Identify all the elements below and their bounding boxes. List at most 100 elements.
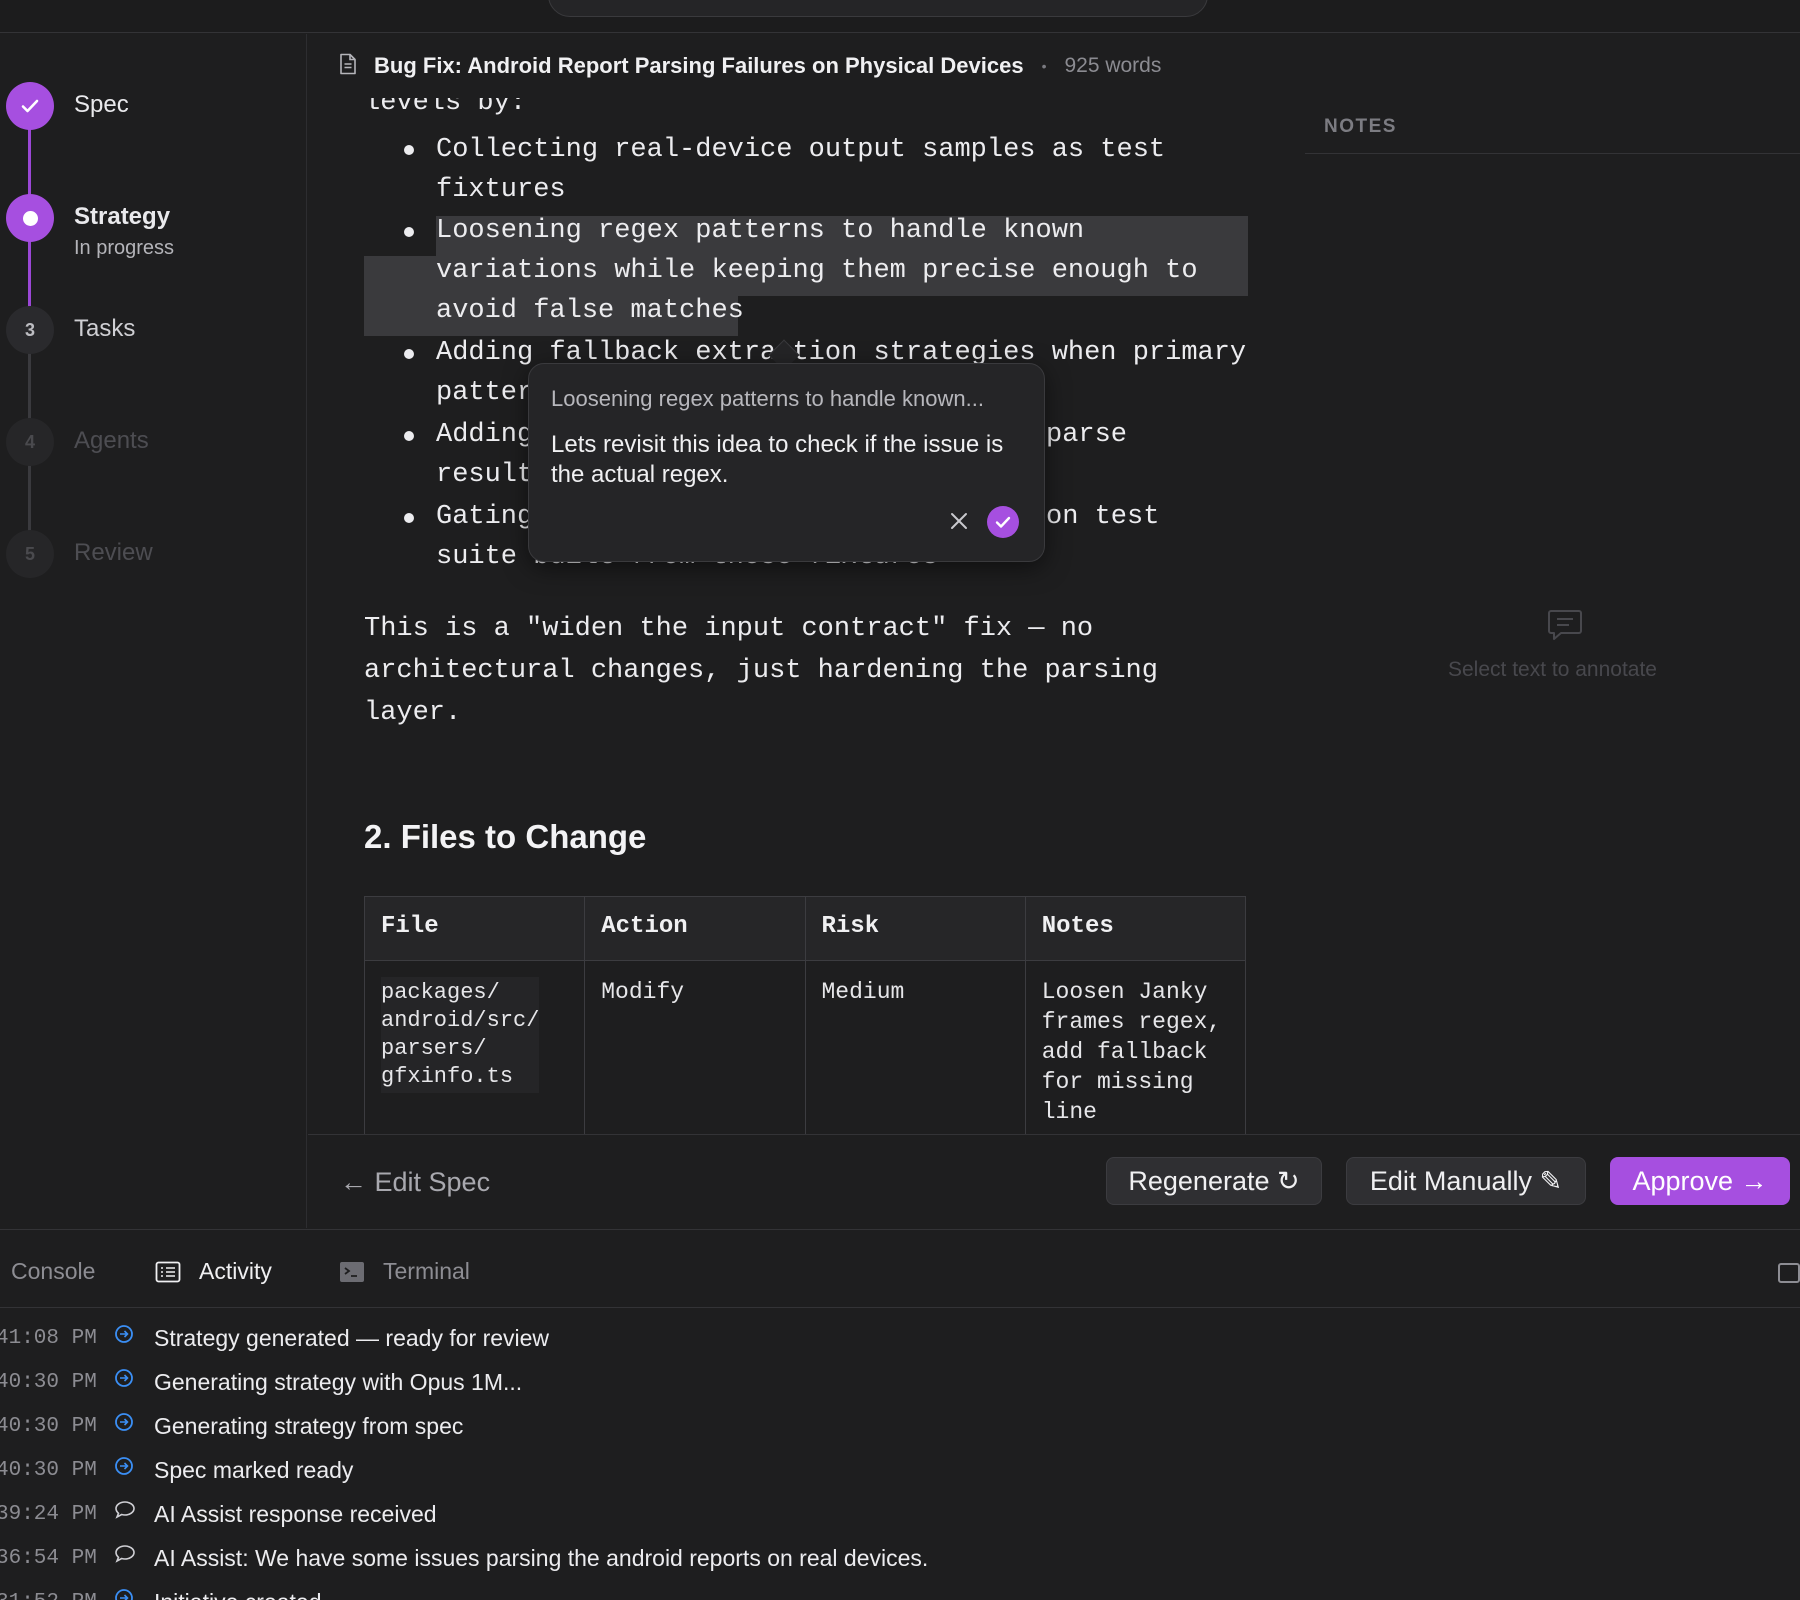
log-time: 40:30 PM — [0, 1370, 97, 1394]
document-title: Bug Fix: Android Report Parsing Failures… — [374, 53, 1024, 78]
step-label: Spec — [74, 91, 129, 118]
arrow-circle-icon — [114, 1412, 134, 1437]
tab-activity[interactable]: Activity — [155, 1258, 272, 1285]
notes-panel: NOTES Select text to annotate — [1305, 98, 1800, 1134]
divider — [1305, 153, 1800, 154]
strategy-document[interactable]: levels by: Collecting real-device output… — [308, 98, 1304, 1134]
regenerate-button[interactable]: Regenerate ↻ — [1106, 1157, 1322, 1205]
tab-terminal[interactable]: Terminal — [339, 1258, 470, 1285]
step-label: Agents — [74, 427, 149, 454]
log-time: 31:52 PM — [0, 1591, 97, 1600]
paragraph-tail: levels by: — [364, 98, 527, 118]
bullet-text: result — [436, 460, 534, 490]
bullet-text: fixtures — [436, 175, 566, 205]
list-icon — [155, 1261, 181, 1282]
tab-label: Terminal — [383, 1258, 470, 1284]
arrow-circle-icon — [114, 1588, 134, 1600]
separator-dot: • — [1041, 58, 1047, 74]
annotation-quote: Loosening regex patterns to handle known… — [551, 386, 984, 411]
bullet-dot — [404, 227, 414, 237]
notes-empty-state: Select text to annotate — [1448, 658, 1657, 681]
bottom-panel: Console Activity Terminal 41:08 PM Strat… — [0, 1229, 1800, 1600]
table-cell-risk: Medium — [804, 960, 1026, 1134]
annotation-popup: Loosening regex patterns to handle known… — [528, 363, 1045, 562]
chat-bubble-icon — [114, 1544, 136, 1569]
step-connector — [28, 460, 31, 538]
table-row: packages/ android/src/ parsers/ gfxinfo.… — [363, 960, 1247, 1134]
table-cell-action: Modify — [584, 960, 806, 1134]
step-status: In progress — [74, 237, 175, 259]
summary-line: layer. — [364, 698, 462, 728]
log-entry: 39:24 PM AI Assist response received — [0, 1492, 1800, 1536]
log-entry: 40:30 PM Generating strategy from spec — [0, 1404, 1800, 1448]
log-time: 40:30 PM — [0, 1414, 97, 1438]
summary-line: architectural changes, just hardening th… — [364, 656, 1158, 686]
highlighted-text[interactable]: avoid false matches — [436, 291, 744, 331]
document-header: Bug Fix: Android Report Parsing Failures… — [308, 34, 1800, 98]
bullet-dot — [404, 431, 414, 441]
step-label: Review — [74, 539, 153, 566]
bullet-text: Collecting real-device output samples as… — [436, 135, 1166, 165]
bullet-dot — [404, 349, 414, 359]
terminal-icon — [340, 1261, 364, 1282]
panel-toggle-icon[interactable] — [1778, 1263, 1800, 1283]
highlighted-text[interactable]: variations while keeping them precise en… — [436, 251, 1198, 291]
section-heading: 2. Files to Change — [364, 818, 647, 855]
log-text: Generating strategy with Opus 1M... — [154, 1368, 523, 1395]
files-table: File Action Risk Notes packages/ android… — [363, 896, 1247, 1134]
step-strategy[interactable]: Strategy In progress — [6, 194, 174, 260]
approve-button[interactable]: Approve → — [1610, 1157, 1790, 1205]
summary-line: This is a "widen the input contract" fix… — [364, 614, 1094, 644]
bullet-text: parse — [1046, 420, 1128, 450]
step-label: Strategy — [74, 203, 171, 230]
top-bar — [0, 0, 1800, 33]
step-number: 5 — [6, 530, 54, 578]
chat-bubble-icon — [114, 1500, 136, 1525]
table-cell-notes: Loosen Janky frames regex, add fallback … — [1024, 960, 1247, 1134]
workflow-stepper: Spec Strategy In progress 3 Tasks 4 Agen… — [0, 34, 307, 1228]
bullet-text: patter — [436, 378, 534, 408]
command-bar[interactable] — [548, 0, 1208, 17]
highlighted-text[interactable]: Loosening regex patterns to handle known — [436, 211, 1084, 251]
log-text: Initiative created — [154, 1589, 321, 1600]
table-header: Action — [584, 896, 806, 961]
app-window: Spec Strategy In progress 3 Tasks 4 Agen… — [0, 0, 1800, 1600]
step-label: Tasks — [74, 315, 136, 342]
arrow-circle-icon — [114, 1456, 134, 1481]
current-step-icon — [6, 194, 54, 242]
log-entry: 40:30 PM Spec marked ready — [0, 1448, 1800, 1492]
comment-icon — [1547, 608, 1583, 647]
log-time: 39:24 PM — [0, 1502, 97, 1526]
table-header: File — [363, 896, 586, 961]
log-time: 41:08 PM — [0, 1326, 97, 1350]
bullet-text: on test — [1046, 502, 1160, 532]
log-text: AI Assist response received — [154, 1500, 437, 1527]
table-cell-file: packages/ android/src/ parsers/ gfxinfo.… — [363, 960, 586, 1134]
tab-console[interactable]: Console — [11, 1258, 95, 1285]
table-header: Risk — [804, 896, 1026, 961]
panel-tabs: Console Activity Terminal — [0, 1230, 1800, 1308]
bullet-dot — [404, 513, 414, 523]
log-text: Generating strategy from spec — [154, 1412, 464, 1439]
annotation-comment[interactable]: Lets revisit this idea to check if the i… — [551, 430, 1021, 490]
log-text: AI Assist: We have some issues parsing t… — [154, 1544, 929, 1571]
file-path: packages/ android/src/ parsers/ gfxinfo.… — [381, 977, 540, 1093]
step-spec[interactable]: Spec — [6, 82, 129, 130]
confirm-check-icon[interactable] — [987, 506, 1019, 538]
table-header: Notes — [1024, 896, 1247, 961]
bullet-dot — [404, 145, 414, 155]
step-connector — [28, 348, 31, 426]
arrow-circle-icon — [114, 1324, 134, 1349]
close-icon[interactable] — [945, 507, 973, 535]
check-icon — [6, 82, 54, 130]
step-tasks[interactable]: 3 Tasks — [6, 306, 135, 354]
log-text: Strategy generated — ready for review — [154, 1324, 550, 1351]
step-number: 4 — [6, 418, 54, 466]
edit-manually-button[interactable]: Edit Manually ✎ — [1346, 1157, 1586, 1205]
word-count: 925 words — [1064, 54, 1162, 77]
log-text: Spec marked ready — [154, 1456, 354, 1483]
notes-title: NOTES — [1324, 116, 1397, 137]
log-entry: 40:30 PM Generating strategy with Opus 1… — [0, 1360, 1800, 1404]
edit-spec-button[interactable]: ← Edit Spec — [340, 1167, 490, 1198]
bullet-text: Adding — [436, 420, 534, 450]
